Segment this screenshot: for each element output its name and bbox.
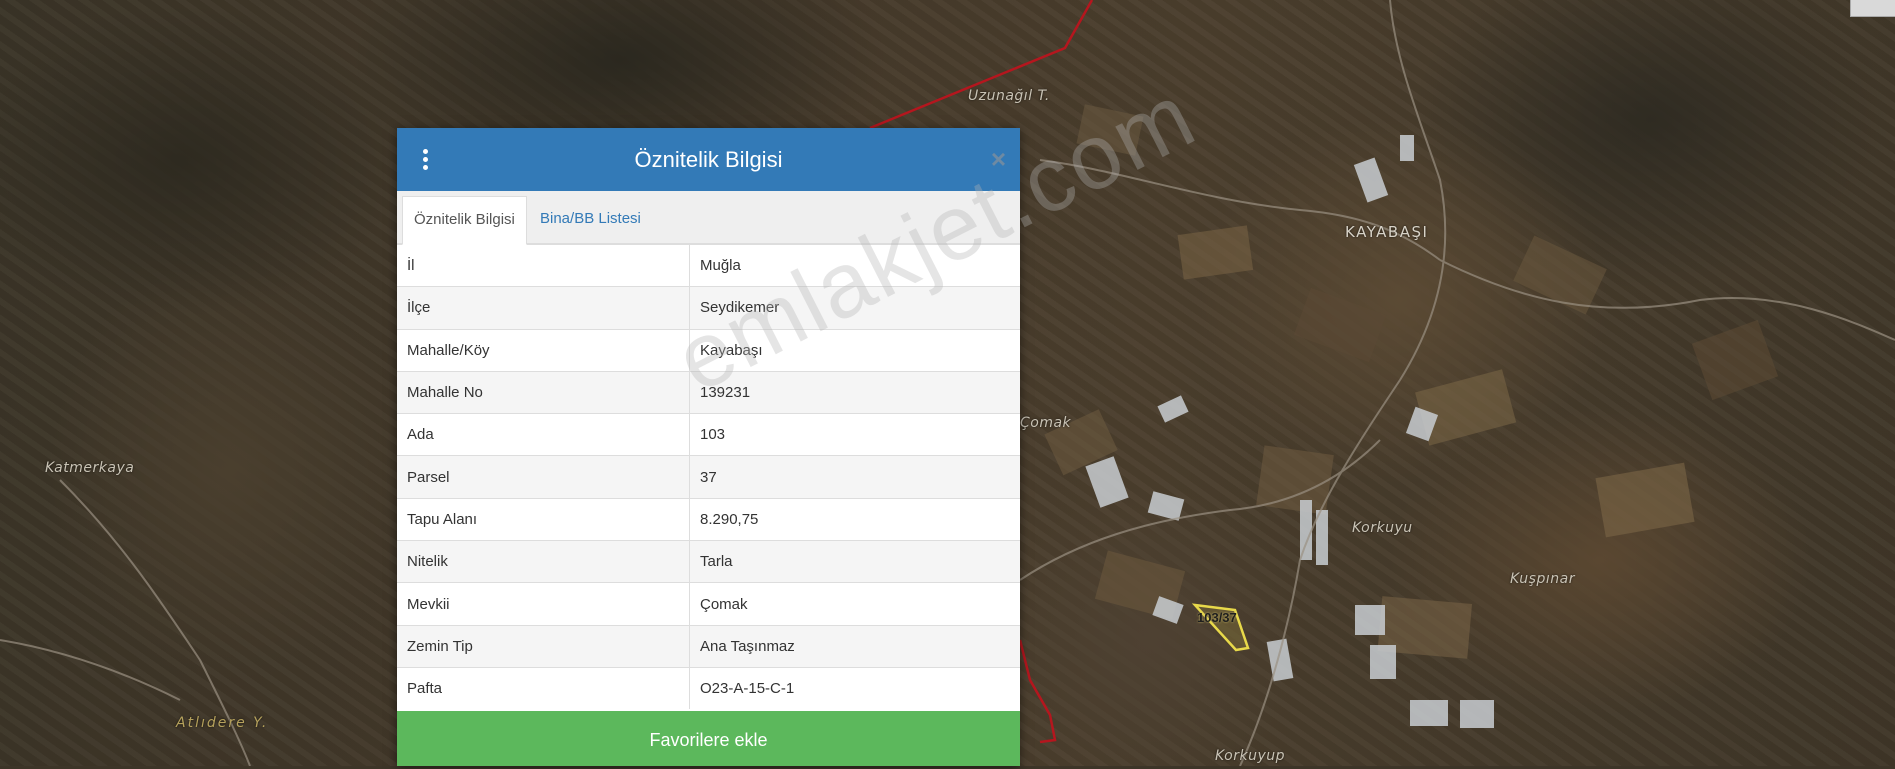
add-to-favorites-button[interactable]: Favorilere ekle [397,711,1020,766]
map-label-uzunagil: Uzunağıl T. [968,88,1050,104]
tab-bar: Öznitelik Bilgisi Bina/BB Listesi [397,191,1020,245]
dialog-header: Öznitelik Bilgisi × [397,128,1020,191]
table-row: Parsel 37 [397,455,1020,499]
map-label-kuspinar: Kuşpınar [1510,571,1575,587]
attribute-key: Tapu Alanı [397,497,690,541]
attribute-value: Seydikemer [689,286,1020,330]
attribute-key: Nitelik [397,540,690,583]
table-row: Mevkii Çomak [397,582,1020,626]
attribute-key: Mahalle/Köy [397,328,690,372]
map-control-corner[interactable] [1850,0,1895,17]
attribute-key: Parsel [397,455,690,499]
map-label-katmerkaya: Katmerkaya [45,460,135,476]
attribute-key: Mahalle No [397,370,690,414]
attribute-table: İl Muğla İlçe Seydikemer Mahalle/Köy Kayabaşı… [397,243,1020,710]
tab-attribute-info[interactable]: Öznitelik Bilgisi [402,196,527,245]
table-row: Tapu Alanı 8.290,75 [397,497,1020,541]
attribute-key: Ada [397,413,690,456]
table-row: İlçe Seydikemer [397,286,1020,330]
attribute-info-dialog: Öznitelik Bilgisi × Öznitelik Bilgisi Bi… [397,128,1020,766]
table-row: İl Muğla [397,243,1020,287]
tab-building-list[interactable]: Bina/BB Listesi [529,196,652,242]
close-button[interactable]: × [991,146,1006,172]
table-row: Zemin Tip Ana Taşınmaz [397,624,1020,668]
attribute-value: Tarla [689,540,1020,583]
attribute-value: Çomak [689,582,1020,626]
map-label-kayabasi: KAYABAŞI [1345,223,1429,241]
attribute-value: 37 [689,455,1020,499]
attribute-key: Mevkii [397,582,690,626]
attribute-key: İlçe [397,286,690,330]
map-label-comak: Çomak [1020,415,1072,431]
map-label-korkuyup: Korkuyup [1215,748,1286,764]
attribute-value: 103 [689,413,1020,456]
attribute-value: 139231 [689,370,1020,414]
attribute-value: 8.290,75 [689,497,1020,541]
map-label-korkuyu: Korkuyu [1352,520,1413,536]
parcel-label[interactable]: 103/37 [1197,610,1237,625]
table-row: Pafta O23-A-15-C-1 [397,666,1020,710]
table-row: Nitelik Tarla [397,540,1020,583]
attribute-value: O23-A-15-C-1 [689,666,1020,710]
map-label-atlidere: Atlıdere Y. [176,715,269,731]
attribute-key: Zemin Tip [397,624,690,668]
table-row: Ada 103 [397,413,1020,456]
attribute-value: Kayabaşı [689,328,1020,372]
attribute-key: Pafta [397,666,690,710]
attribute-value: Muğla [689,243,1020,287]
attribute-value: Ana Taşınmaz [689,624,1020,668]
table-row: Mahalle/Köy Kayabaşı [397,328,1020,372]
attribute-key: İl [397,243,690,287]
dialog-title: Öznitelik Bilgisi [634,147,783,172]
table-row: Mahalle No 139231 [397,370,1020,414]
